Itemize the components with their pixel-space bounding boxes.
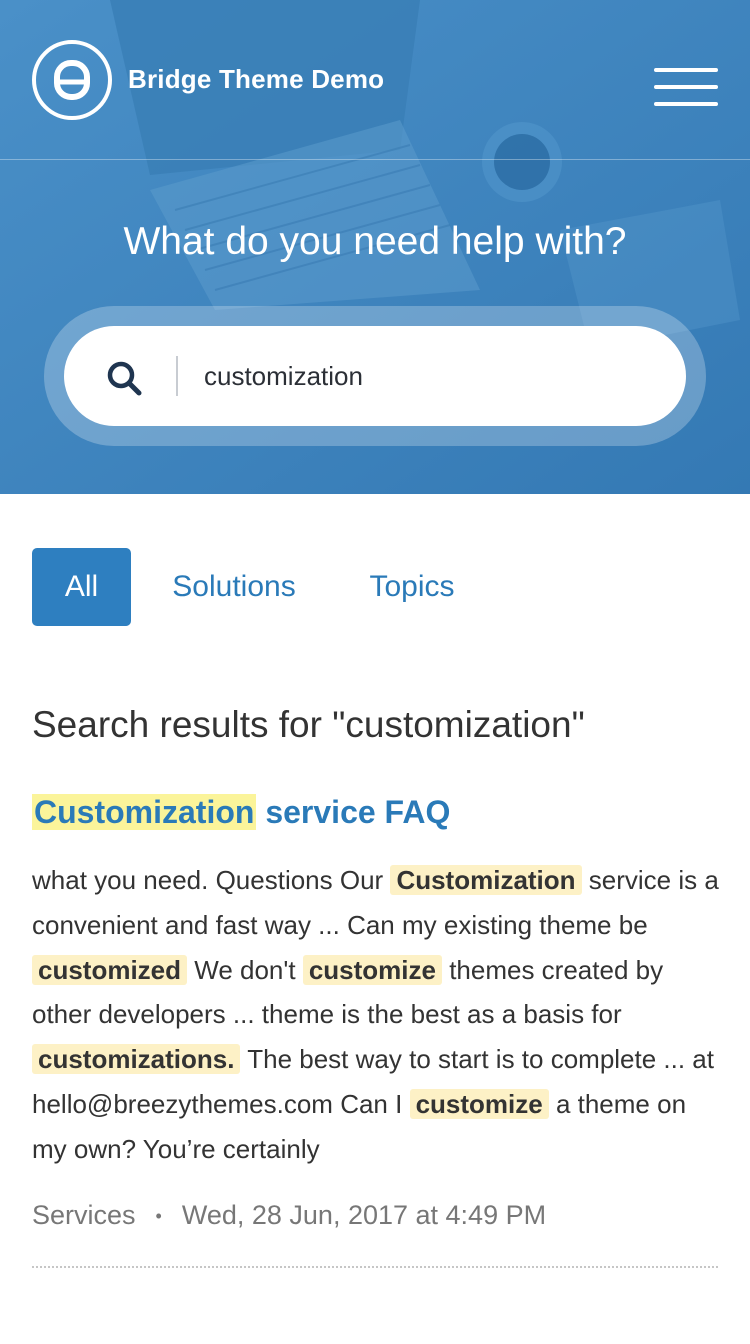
logo-icon[interactable] [32,40,112,120]
menu-bar [654,102,718,106]
site-title[interactable]: Bridge Theme Demo [128,64,384,95]
snippet-text: what you need. Questions Our [32,865,391,895]
snippet-text: We don't [187,954,303,985]
tab-topics[interactable]: Topics [350,548,474,626]
meta-separator: • [155,1206,162,1227]
search-icon[interactable] [104,358,144,398]
search-divider [176,356,178,396]
tab-all[interactable]: All [32,548,131,626]
top-navigation-bar: Bridge Theme Demo [0,0,750,160]
snippet-keyword-highlight: customize [409,1088,549,1119]
tab-solutions[interactable]: Solutions [152,548,316,626]
title-highlight: Customization [32,794,257,830]
result-category[interactable]: Services [32,1200,136,1230]
snippet-keyword-highlight: customized [32,954,188,985]
result-divider [32,1266,718,1268]
result-title-link[interactable]: Customization service FAQ [32,794,450,831]
result-date: Wed, 28 Jun, 2017 at 4:49 PM [181,1200,547,1230]
logo-letter-a-icon [54,60,90,100]
snippet-keyword-highlight: Customization [390,865,582,895]
result-filter-tabs: All Solutions Topics [0,548,750,626]
menu-bar [654,85,718,89]
search-input[interactable] [204,346,654,406]
hero-banner: Bridge Theme Demo What do you need help … [0,0,750,494]
result-snippet: what you need. Questions Our Customizati… [32,858,722,1172]
result-meta: Services • Wed, 28 Jun, 2017 at 4:49 PM [32,1200,546,1231]
help-heading: What do you need help with? [123,220,627,263]
menu-bar [654,68,718,72]
hamburger-menu-icon[interactable] [654,68,718,106]
snippet-keyword-highlight: customizations. [32,1044,241,1075]
snippet-keyword-highlight: customize [302,954,442,985]
search-results-heading: Search results for "customization" [32,704,585,745]
title-rest: service FAQ [256,794,451,830]
